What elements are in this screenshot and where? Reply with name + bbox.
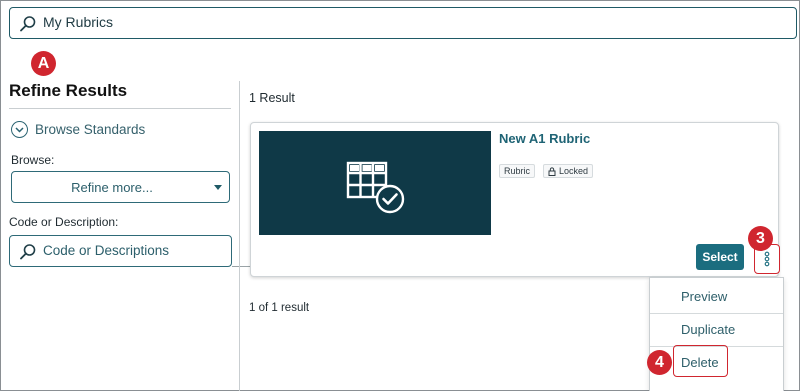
browse-standards-label: Browse Standards [35, 122, 146, 137]
top-search-input[interactable]: My Rubrics [9, 7, 797, 39]
code-description-placeholder: Code or Descriptions [43, 243, 170, 258]
result-card: New A1 Rubric Rubric Locked Select [250, 122, 780, 277]
code-description-label: Code or Description: [9, 215, 119, 229]
divider [9, 108, 231, 109]
browse-select[interactable]: Refine more... [11, 171, 230, 203]
callout-badge-a: A [31, 51, 56, 76]
rubric-title-link[interactable]: New A1 Rubric [499, 131, 590, 146]
panel-divider [239, 81, 240, 391]
browse-select-value: Refine more... [71, 180, 153, 195]
tag-list: Rubric Locked [499, 164, 594, 178]
chevron-down-circle-icon [11, 121, 28, 138]
callout-badge-3: 3 [748, 226, 773, 251]
search-icon [20, 16, 36, 32]
search-value: My Rubrics [43, 14, 114, 30]
delete-highlight [673, 345, 728, 377]
tag-label: Locked [559, 166, 589, 176]
callout-badge-4: 4 [647, 350, 672, 375]
result-count: 1 Result [249, 91, 295, 105]
menu-item-preview[interactable]: Preview [650, 280, 783, 313]
lock-icon [548, 166, 556, 176]
tag-label: Rubric [504, 166, 531, 176]
menu-item-duplicate[interactable]: Duplicate [650, 313, 783, 346]
browse-standards-toggle[interactable]: Browse Standards [11, 121, 145, 138]
tag-rubric: Rubric [499, 164, 536, 178]
tag-locked: Locked [543, 164, 594, 178]
more-vertical-icon [764, 251, 770, 267]
caret-down-icon [214, 185, 222, 190]
code-description-input[interactable]: Code or Descriptions [9, 235, 232, 267]
refine-results-heading: Refine Results [9, 81, 128, 100]
rubric-check-icon [346, 161, 405, 214]
pagination-summary: 1 of 1 result [249, 302, 310, 314]
browse-label: Browse: [11, 153, 55, 167]
rubric-thumbnail[interactable] [259, 131, 491, 235]
select-button[interactable]: Select [696, 244, 744, 270]
search-icon [20, 244, 36, 260]
